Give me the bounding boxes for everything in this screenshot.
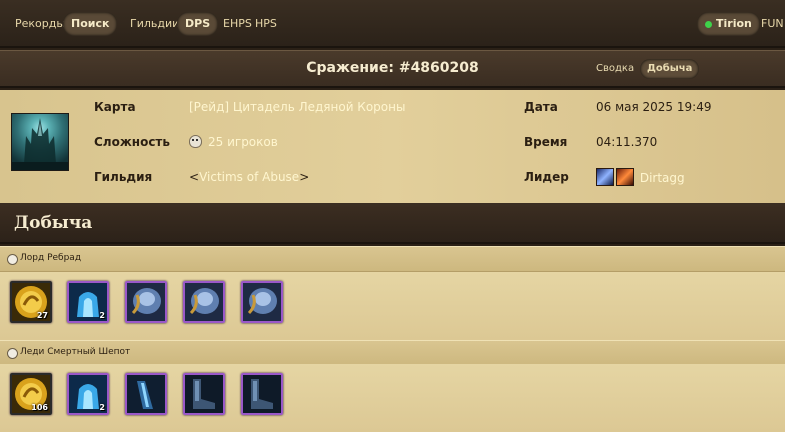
top-navigation: Рекорды Поиск Гильдии DPS EHPS HPS Tirio…	[0, 0, 785, 48]
boots-icon[interactable]	[241, 373, 283, 415]
map-link[interactable]: [Рейд] Цитадель Ледяной Короны	[189, 100, 405, 114]
gold-emblem-icon[interactable]: 27	[10, 281, 52, 323]
map-label: Карта	[94, 100, 136, 114]
difficulty-label: Сложность	[94, 135, 170, 149]
time-label: Время	[524, 135, 568, 149]
class-icon	[616, 168, 634, 186]
tab-loot[interactable]: Добыча	[640, 59, 700, 79]
realm-type[interactable]: FUN	[753, 12, 785, 36]
server-name: Tirion	[716, 17, 752, 30]
date-value: 06 мая 2025 19:49	[596, 100, 712, 114]
battle-header: Сражение: #4860208 Сводка Добыча	[0, 50, 785, 88]
server-selector[interactable]: Tirion	[697, 12, 760, 36]
frost-token-icon[interactable]: 2	[67, 281, 109, 323]
guild-link[interactable]: Victims of Abuse	[199, 170, 299, 184]
tab-summary[interactable]: Сводка	[589, 59, 641, 79]
guild-bracket-open: <	[189, 170, 200, 184]
loot-section-header: Добыча	[0, 206, 785, 244]
nav-search[interactable]: Поиск	[63, 12, 118, 36]
nav-hps[interactable]: HPS	[247, 12, 285, 36]
armor-plate-icon[interactable]	[183, 281, 225, 323]
gold-emblem-icon[interactable]: 106	[10, 373, 52, 415]
armor-plate-icon[interactable]	[125, 281, 167, 323]
leader-value: Dirtagg	[596, 168, 685, 186]
date-label: Дата	[524, 100, 558, 114]
item-quantity: 27	[36, 311, 48, 320]
leader-link[interactable]: Dirtagg	[640, 171, 685, 185]
boss-header: Леди Смертный Шепот	[0, 340, 785, 366]
skull-icon	[189, 135, 202, 148]
skull-icon	[7, 254, 18, 265]
battle-info-panel: Карта [Рейд] Цитадель Ледяной Короны Сло…	[0, 90, 785, 206]
frost-token-icon[interactable]: 2	[67, 373, 109, 415]
boss-name: Лорд Ребрад	[20, 253, 82, 263]
skull-icon	[7, 348, 18, 359]
server-status-icon	[705, 20, 712, 28]
boss-name: Леди Смертный Шепот	[20, 347, 131, 357]
time-value: 04:11.370	[596, 135, 658, 149]
map-thumbnail	[11, 113, 69, 171]
loot-items-row: 27 2	[0, 272, 785, 340]
boss-header: Лорд Ребрад	[0, 246, 785, 272]
loot-items-row: 106 2	[0, 364, 785, 432]
guild-label: Гильдия	[94, 170, 153, 184]
guild-value: <Victims of Abuse>	[189, 170, 309, 184]
guild-bracket-close: >	[299, 170, 310, 184]
leader-label: Лидер	[524, 170, 569, 184]
item-quantity: 2	[99, 403, 105, 412]
loot-title: Добыча	[14, 213, 93, 233]
difficulty-text: 25 игроков	[208, 135, 278, 149]
armor-plate-icon[interactable]	[241, 281, 283, 323]
race-icon	[596, 168, 614, 186]
nav-dps[interactable]: DPS	[177, 12, 219, 36]
boots-icon[interactable]	[183, 373, 225, 415]
item-quantity: 2	[99, 311, 105, 320]
item-quantity: 106	[31, 403, 48, 412]
bracers-icon[interactable]	[125, 373, 167, 415]
difficulty-value: 25 игроков	[189, 135, 278, 149]
